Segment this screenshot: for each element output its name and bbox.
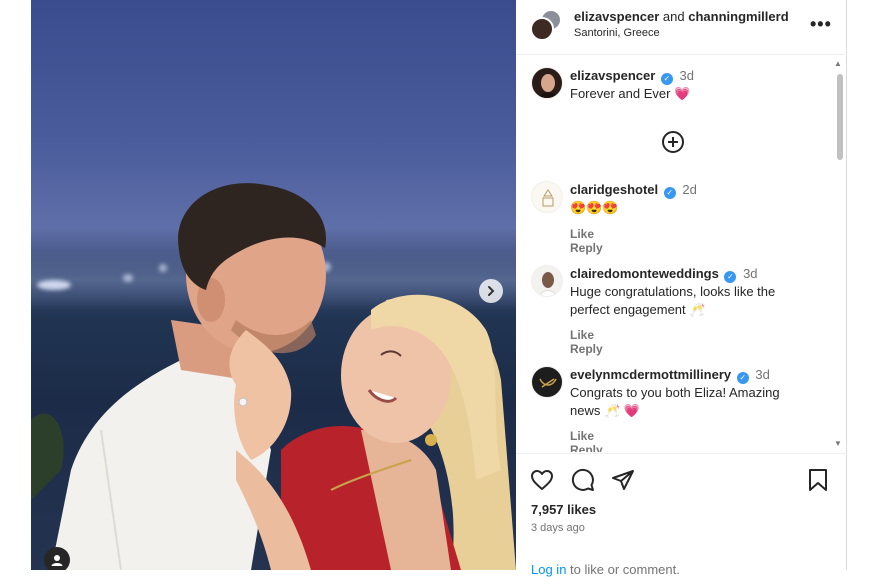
author-avatars[interactable] bbox=[530, 9, 562, 41]
location-link[interactable]: Santorini, Greece bbox=[574, 27, 660, 39]
bookmark-icon[interactable] bbox=[807, 468, 829, 492]
comments-list[interactable]: elizavspencer ✓ 3d Forever and Ever 💗 cl… bbox=[516, 56, 847, 452]
next-photo-button[interactable] bbox=[479, 279, 503, 303]
reply-comment-button[interactable]: Reply bbox=[570, 241, 603, 255]
scroll-thumb[interactable] bbox=[837, 74, 843, 160]
comment-age[interactable]: 3d bbox=[743, 266, 757, 281]
more-options-icon[interactable]: ••• bbox=[810, 14, 832, 35]
verified-badge-icon: ✓ bbox=[724, 271, 737, 283]
load-more-comments-button[interactable] bbox=[661, 130, 685, 154]
chevron-right-icon bbox=[488, 286, 495, 296]
avatar[interactable] bbox=[531, 181, 563, 213]
author-connector: and bbox=[662, 9, 685, 24]
caption-age[interactable]: 3d bbox=[680, 68, 694, 83]
post-timestamp[interactable]: 3 days ago bbox=[531, 522, 585, 534]
heart-icon[interactable] bbox=[530, 468, 554, 492]
verified-badge-icon: ✓ bbox=[663, 187, 676, 199]
like-comment-button[interactable]: Like bbox=[570, 227, 594, 241]
reply-comment-button[interactable]: Reply bbox=[570, 443, 603, 452]
instagram-post-view: elizavspencer and channingmillerd Santor… bbox=[0, 0, 870, 577]
verified-badge-icon: ✓ bbox=[660, 73, 673, 85]
comment-emoji: 🥂 💗 bbox=[603, 403, 640, 418]
avatar[interactable] bbox=[531, 366, 563, 398]
post-photo[interactable] bbox=[31, 0, 516, 570]
comment-emoji: 🥂 bbox=[689, 302, 706, 317]
coauthor-link[interactable]: channingmillerd bbox=[688, 9, 788, 24]
comment-age[interactable]: 3d bbox=[755, 367, 769, 382]
user-tag-button[interactable] bbox=[44, 547, 70, 570]
post-header: elizavspencer and channingmillerd Santor… bbox=[516, 0, 847, 55]
post-side-panel: elizavspencer and channingmillerd Santor… bbox=[516, 0, 847, 577]
comment-age[interactable]: 2d bbox=[682, 182, 696, 197]
comment-actions: Like Reply bbox=[570, 429, 615, 452]
avatar[interactable] bbox=[531, 265, 563, 297]
likes-count[interactable]: 7,957 likes bbox=[531, 502, 596, 517]
caption-emoji: 💗 bbox=[674, 86, 691, 101]
post-authors: elizavspencer and channingmillerd bbox=[574, 9, 789, 24]
caption-username[interactable]: elizavspencer bbox=[570, 68, 655, 83]
comment-icon[interactable] bbox=[571, 468, 595, 492]
comment-username[interactable]: evelynmcdermottmillinery bbox=[570, 367, 731, 382]
comment-actions: Like Reply bbox=[570, 227, 615, 255]
add-circle-icon bbox=[662, 131, 684, 153]
avatar[interactable] bbox=[531, 67, 563, 99]
comment-username[interactable]: clairedomonteweddings bbox=[570, 266, 719, 281]
caption-text: Forever and Ever bbox=[570, 86, 671, 101]
avatar bbox=[530, 17, 554, 41]
comment-text: 😍😍😍 bbox=[570, 200, 619, 215]
post-footer: 7,957 likes 3 days ago Log in to like or… bbox=[516, 453, 847, 577]
share-icon[interactable] bbox=[611, 468, 635, 492]
comment-text: Congrats to you both Eliza! Amazing news bbox=[570, 385, 780, 418]
verified-badge-icon: ✓ bbox=[736, 372, 749, 384]
comment-username[interactable]: claridgeshotel bbox=[570, 182, 658, 197]
author-link[interactable]: elizavspencer bbox=[574, 9, 659, 24]
reply-comment-button[interactable]: Reply bbox=[570, 342, 603, 356]
action-bar bbox=[530, 468, 830, 494]
couple-illustration bbox=[31, 183, 516, 570]
like-comment-button[interactable]: Like bbox=[570, 429, 594, 443]
user-tag-icon bbox=[51, 555, 63, 566]
comments-scrollbar[interactable]: ▲ ▼ bbox=[834, 56, 844, 452]
like-comment-button[interactable]: Like bbox=[570, 328, 594, 342]
comment-actions: Like Reply bbox=[570, 328, 615, 356]
scroll-down-arrow-icon[interactable]: ▼ bbox=[834, 439, 842, 448]
scroll-up-arrow-icon[interactable]: ▲ bbox=[834, 59, 842, 68]
comment-text: Huge congratulations, looks like the per… bbox=[570, 284, 776, 317]
